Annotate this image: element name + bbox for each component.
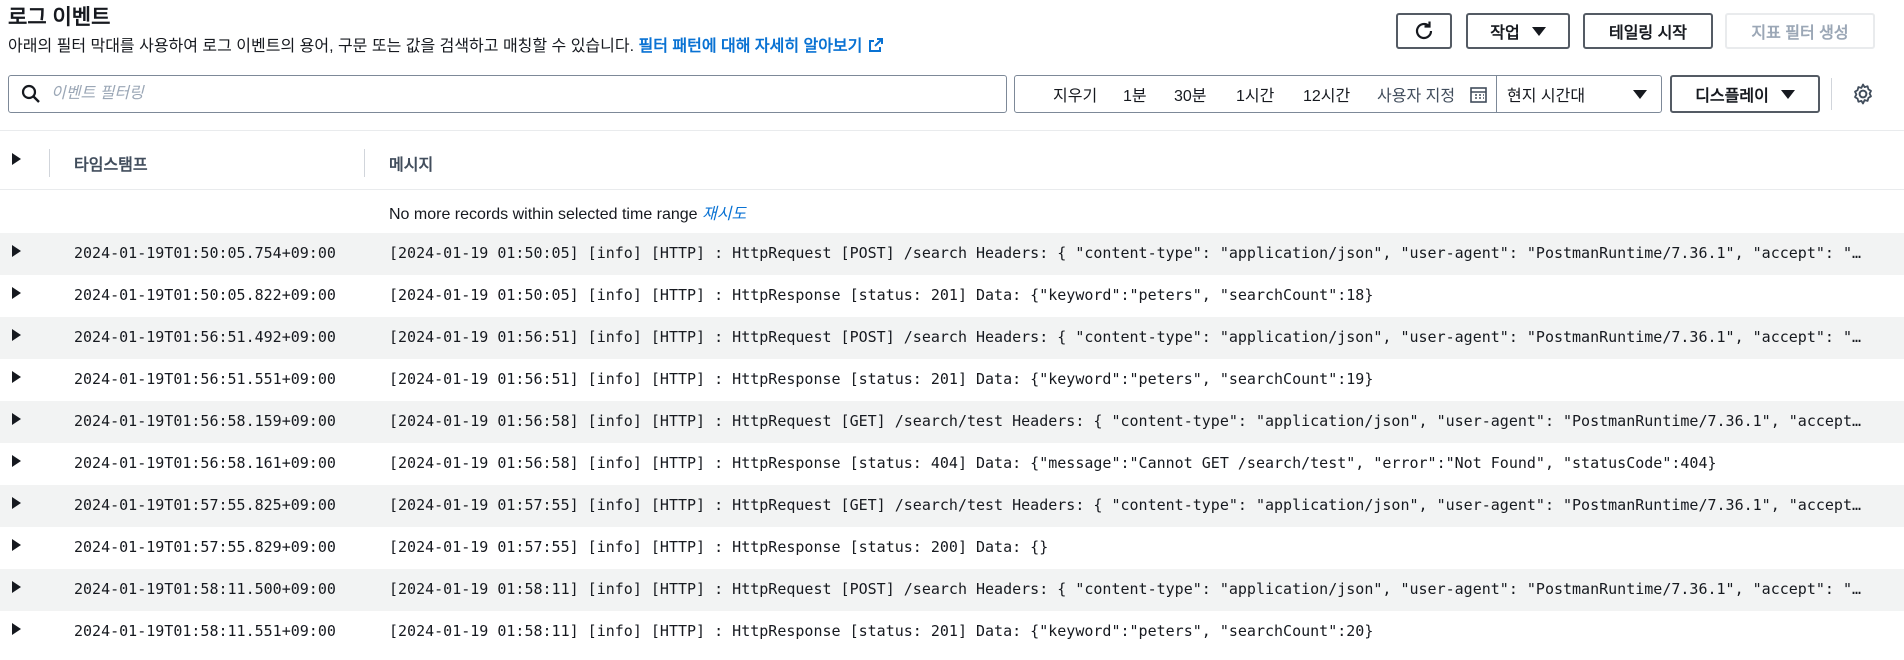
start-tailing-label: 테일링 시작: [1608, 25, 1688, 42]
log-row[interactable]: 2024-01-19T01:58:11.551+09:00 [2024-01-1…: [0, 611, 1904, 653]
no-more-records-text: No more records within selected time ran…: [389, 206, 698, 223]
start-tailing-button[interactable]: 테일링 시작: [1583, 13, 1713, 49]
log-row[interactable]: 2024-01-19T01:56:58.161+09:00 [2024-01-1…: [0, 443, 1904, 485]
divider: [0, 130, 1904, 131]
create-metric-filter-label: 지표 필터 생성: [1751, 25, 1849, 42]
description-text: 아래의 필터 막대를 사용하여 로그 이벤트의 용어, 구문 또는 값을 검색하…: [8, 38, 635, 55]
create-metric-filter-button[interactable]: 지표 필터 생성: [1725, 13, 1875, 49]
log-row[interactable]: 2024-01-19T01:56:51.492+09:00 [2024-01-1…: [0, 317, 1904, 359]
log-row[interactable]: 2024-01-19T01:58:11.500+09:00 [2024-01-1…: [0, 569, 1904, 611]
toolbar-divider: [1831, 78, 1832, 110]
log-timestamp: 2024-01-19T01:56:51.551+09:00: [74, 370, 336, 388]
refresh-button[interactable]: [1396, 13, 1452, 49]
log-message: [2024-01-19 01:50:05] [info] [HTTP] : Ht…: [389, 244, 1869, 262]
log-message: [2024-01-19 01:50:05] [info] [HTTP] : Ht…: [389, 286, 1374, 304]
log-message: [2024-01-19 01:57:55] [info] [HTTP] : Ht…: [389, 496, 1869, 514]
actions-label: 작업: [1490, 25, 1520, 42]
column-header-timestamp[interactable]: 타임스탬프: [74, 151, 148, 175]
log-timestamp: 2024-01-19T01:56:51.492+09:00: [74, 328, 336, 346]
expand-row-icon[interactable]: [12, 413, 21, 425]
log-timestamp: 2024-01-19T01:58:11.500+09:00: [74, 580, 336, 598]
log-row[interactable]: 2024-01-19T01:56:58.159+09:00 [2024-01-1…: [0, 401, 1904, 443]
range-option-30m[interactable]: 30분: [1174, 82, 1207, 106]
gear-icon[interactable]: [1851, 82, 1875, 106]
log-timestamp: 2024-01-19T01:56:58.161+09:00: [74, 454, 336, 472]
page-title: 로그 이벤트: [8, 6, 111, 29]
actions-button[interactable]: 작업: [1466, 13, 1570, 49]
log-row[interactable]: 2024-01-19T01:56:51.551+09:00 [2024-01-1…: [0, 359, 1904, 401]
timezone-select[interactable]: 현지 시간대: [1496, 75, 1662, 113]
column-divider: [364, 149, 365, 177]
range-option-1m[interactable]: 1분: [1123, 82, 1147, 106]
search-icon: [21, 84, 40, 103]
log-message: [2024-01-19 01:58:11] [info] [HTTP] : Ht…: [389, 580, 1869, 598]
learn-more-link-label[interactable]: 필터 패턴에 대해 자세히 알아보기: [639, 38, 863, 55]
range-option-12h[interactable]: 12시간: [1303, 82, 1350, 106]
log-message: [2024-01-19 01:56:58] [info] [HTTP] : Ht…: [389, 412, 1869, 430]
refresh-icon: [1415, 21, 1433, 40]
divider: [0, 189, 1904, 190]
expand-row-icon[interactable]: [12, 371, 21, 383]
calendar-icon[interactable]: [1470, 86, 1487, 103]
log-timestamp: 2024-01-19T01:58:11.551+09:00: [74, 622, 336, 640]
log-message: [2024-01-19 01:56:51] [info] [HTTP] : Ht…: [389, 328, 1869, 346]
log-timestamp: 2024-01-19T01:56:58.159+09:00: [74, 412, 336, 430]
caret-down-icon: [1633, 90, 1647, 99]
timezone-label: 현지 시간대: [1507, 88, 1586, 105]
page-description: 아래의 필터 막대를 사용하여 로그 이벤트의 용어, 구문 또는 값을 검색하…: [8, 36, 884, 58]
log-message: [2024-01-19 01:58:11] [info] [HTTP] : Ht…: [389, 622, 1374, 640]
log-timestamp: 2024-01-19T01:57:55.825+09:00: [74, 496, 336, 514]
log-row[interactable]: 2024-01-19T01:50:05.822+09:00 [2024-01-1…: [0, 275, 1904, 317]
time-range-selector: 지우기 1분 30분 1시간 12시간 사용자 지정: [1014, 75, 1497, 113]
expand-row-icon[interactable]: [12, 455, 21, 467]
search-bar[interactable]: [8, 75, 1007, 113]
display-button[interactable]: 디스플레이: [1670, 75, 1820, 113]
expand-row-icon[interactable]: [12, 581, 21, 593]
expand-row-icon[interactable]: [12, 287, 21, 299]
log-row[interactable]: 2024-01-19T01:50:05.754+09:00 [2024-01-1…: [0, 233, 1904, 275]
expand-row-icon[interactable]: [12, 497, 21, 509]
log-timestamp: 2024-01-19T01:50:05.754+09:00: [74, 244, 336, 262]
retry-link[interactable]: 재시도: [702, 206, 746, 223]
log-message: [2024-01-19 01:56:51] [info] [HTTP] : Ht…: [389, 370, 1374, 388]
clear-range-button[interactable]: 지우기: [1053, 82, 1097, 106]
display-label: 디스플레이: [1695, 88, 1769, 105]
log-timestamp: 2024-01-19T01:50:05.822+09:00: [74, 286, 336, 304]
column-divider: [49, 149, 50, 177]
range-custom-button[interactable]: 사용자 지정: [1377, 82, 1455, 106]
log-timestamp: 2024-01-19T01:57:55.829+09:00: [74, 538, 336, 556]
log-message: [2024-01-19 01:57:55] [info] [HTTP] : Ht…: [389, 538, 1049, 556]
no-more-records-notice: No more records within selected time ran…: [389, 200, 746, 224]
log-message: [2024-01-19 01:56:58] [info] [HTTP] : Ht…: [389, 454, 1717, 472]
caret-down-icon: [1780, 89, 1795, 99]
log-row[interactable]: 2024-01-19T01:57:55.825+09:00 [2024-01-1…: [0, 485, 1904, 527]
log-row[interactable]: 2024-01-19T01:57:55.829+09:00 [2024-01-1…: [0, 527, 1904, 569]
learn-more-link[interactable]: 필터 패턴에 대해 자세히 알아보기: [639, 38, 885, 55]
expand-row-icon[interactable]: [12, 329, 21, 341]
expand-row-icon[interactable]: [12, 245, 21, 257]
header: 로그 이벤트 아래의 필터 막대를 사용하여 로그 이벤트의 용어, 구문 또는…: [8, 4, 884, 58]
expand-all-icon[interactable]: [12, 153, 21, 165]
external-link-icon: [869, 38, 884, 52]
expand-row-icon[interactable]: [12, 623, 21, 635]
expand-row-icon[interactable]: [12, 539, 21, 551]
range-option-1h[interactable]: 1시간: [1236, 82, 1274, 106]
caret-down-icon: [1531, 26, 1546, 36]
column-header-message[interactable]: 메시지: [389, 151, 433, 175]
table-header: 타임스탬프 메시지: [0, 141, 1904, 189]
search-input[interactable]: [51, 85, 951, 103]
